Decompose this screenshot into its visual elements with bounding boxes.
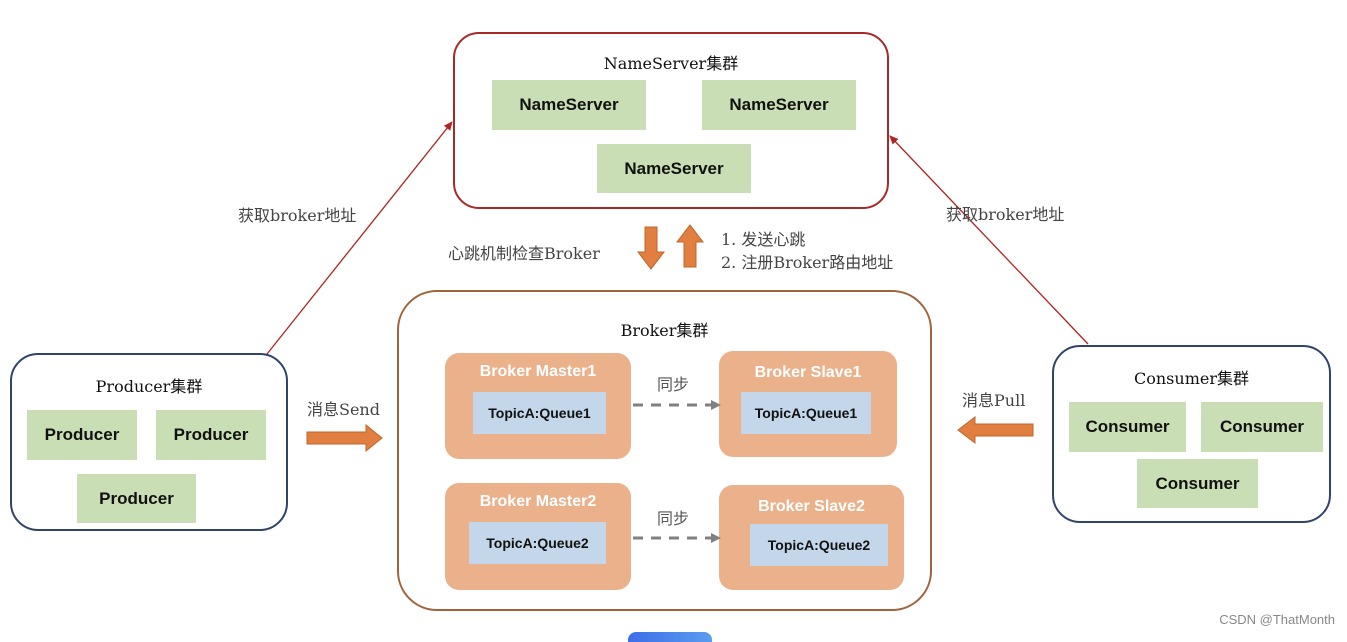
producer-node: Producer xyxy=(27,410,137,460)
consumer-node: Consumer xyxy=(1069,402,1186,452)
sync-arrow-2-icon xyxy=(633,533,721,543)
broker-master-1: Broker Master1 TopicA:Queue1 xyxy=(445,353,631,459)
broker-master-2: Broker Master2 TopicA:Queue2 xyxy=(445,483,631,590)
nameserver-cluster: NameServer集群 NameServer NameServer NameS… xyxy=(453,32,889,209)
nameserver-cluster-title: NameServer集群 xyxy=(603,54,739,73)
heartbeat-check-label: 心跳机制检查Broker xyxy=(448,244,600,263)
consumer-node: Consumer xyxy=(1137,459,1258,508)
broker-master-1-label: Broker Master1 xyxy=(479,363,597,380)
sync-arrow-1-icon xyxy=(633,400,721,410)
producer-node: Producer xyxy=(77,474,196,523)
consumer-fetch-label: 获取broker地址 xyxy=(946,205,1065,224)
heartbeat-step-2: 2. 注册Broker路由地址 xyxy=(721,253,894,272)
broker-slave-2: Broker Slave2 TopicA:Queue2 xyxy=(719,485,904,590)
consumer-cluster-title: Consumer集群 xyxy=(1134,369,1249,388)
broker-cluster-title: Broker集群 xyxy=(620,321,709,340)
broker-slave-1-queue: TopicA:Queue1 xyxy=(741,392,871,434)
broker-slave-1: Broker Slave1 TopicA:Queue1 xyxy=(719,351,897,457)
register-up-arrow-icon xyxy=(676,224,704,268)
broker-slave-1-label: Broker Slave1 xyxy=(754,364,862,381)
watermark: CSDN @ThatMonth xyxy=(1219,612,1335,627)
producer-cluster-title: Producer集群 xyxy=(95,377,203,396)
sync-label-2: 同步 xyxy=(657,509,690,528)
nameserver-node: NameServer xyxy=(597,144,751,193)
nameserver-node: NameServer xyxy=(702,80,856,130)
broker-master-1-queue: TopicA:Queue1 xyxy=(473,392,606,434)
broker-master-2-queue: TopicA:Queue2 xyxy=(469,522,606,564)
broker-master-2-label: Broker Master2 xyxy=(479,493,597,510)
heartbeat-step-1: 1. 发送心跳 xyxy=(721,230,806,249)
sync-label-1: 同步 xyxy=(657,375,690,394)
consumer-node: Consumer xyxy=(1201,402,1323,452)
broker-slave-2-queue: TopicA:Queue2 xyxy=(750,524,888,566)
message-send-label: 消息Send xyxy=(307,400,380,419)
pull-left-arrow-icon xyxy=(957,416,1034,444)
bottom-partial-button xyxy=(628,632,712,642)
send-right-arrow-icon xyxy=(306,424,383,452)
consumer-cluster: Consumer集群 Consumer Consumer Consumer xyxy=(1052,345,1331,523)
producer-fetch-label: 获取broker地址 xyxy=(238,206,357,225)
message-pull-label: 消息Pull xyxy=(962,391,1026,410)
broker-cluster: Broker集群 Broker Master1 TopicA:Queue1 Br… xyxy=(397,290,932,611)
heartbeat-down-arrow-icon xyxy=(637,226,665,270)
nameserver-node: NameServer xyxy=(492,80,646,130)
producer-cluster: Producer集群 Producer Producer Producer xyxy=(10,353,288,531)
producer-node: Producer xyxy=(156,410,266,460)
broker-slave-2-label: Broker Slave2 xyxy=(758,498,865,515)
